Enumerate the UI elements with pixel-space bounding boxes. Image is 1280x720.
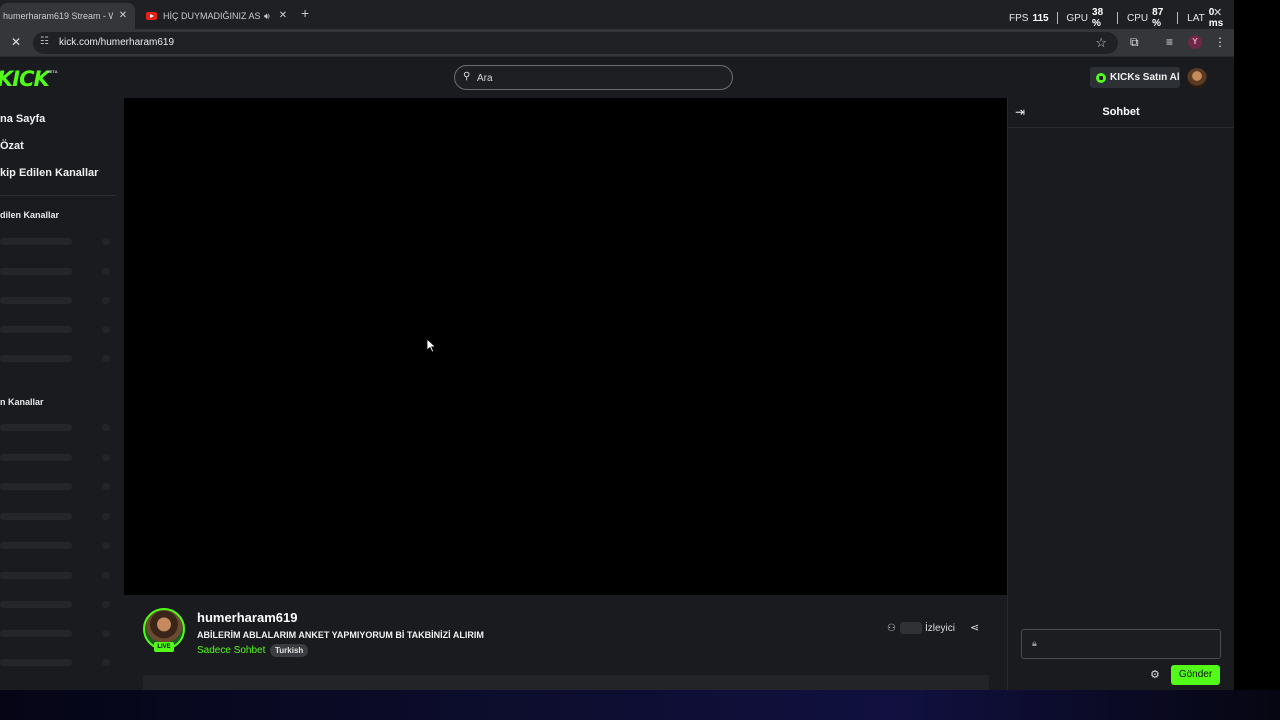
stream-title: ABİLERİM ABLALARIM ANKET YAPMIYORUM Bİ T… [197, 630, 484, 640]
language-tag[interactable]: Turkish [270, 644, 309, 657]
gpu-label: GPU [1066, 12, 1089, 24]
skeleton-item [0, 454, 72, 461]
address-bar[interactable]: ☷ kick.com/humerharam619 ☆ [33, 32, 1118, 54]
performance-overlay: FPS 115 GPU 38 % CPU 87 % LAT 0 ms [1009, 7, 1234, 29]
tab-title: humerharam619 Stream - Watc [3, 11, 113, 21]
kick-logo[interactable]: KICK [0, 67, 50, 91]
skeleton-item [102, 238, 110, 245]
skeleton-item [0, 542, 72, 549]
extensions-icon[interactable]: ⧉ [1130, 35, 1139, 50]
desktop-background [1234, 0, 1280, 720]
skeleton-item [102, 542, 110, 549]
send-button[interactable]: Gönder [1171, 665, 1220, 685]
divider [1117, 12, 1119, 24]
search-icon: ⚲ [463, 71, 471, 82]
skeleton-item [0, 513, 72, 520]
lock-icon: 🔒︎ [1032, 638, 1037, 648]
skeleton-item [0, 659, 72, 666]
viewers-icon: ⚇ [887, 622, 896, 634]
tab-kick-stream[interactable]: humerharam619 Stream - Watc ✕ [0, 3, 135, 29]
user-avatar[interactable] [1187, 68, 1207, 88]
fps-label: FPS [1009, 12, 1029, 24]
desktop-taskbar-strip [0, 690, 1280, 720]
viewers-label: İzleyici [924, 622, 955, 634]
skeleton-item [102, 326, 110, 333]
viewer-count-placeholder [899, 622, 922, 634]
sidebar-section-followed: dilen Kanallar [0, 210, 60, 220]
kicks-coin-icon [1096, 72, 1106, 83]
mouse-cursor-icon [427, 339, 436, 353]
skeleton-item [102, 297, 110, 304]
search-input[interactable] [477, 70, 717, 86]
skeleton-item [0, 326, 72, 333]
search-box[interactable]: ⚲ [454, 65, 733, 90]
cpu-value: 87 % [1152, 7, 1164, 29]
window-close-icon[interactable]: ✕ [1213, 6, 1222, 19]
skeleton-item [102, 268, 110, 275]
channel-name[interactable]: humerharam619 [197, 610, 297, 625]
buy-kicks-label: KICKs Satın Al [1110, 72, 1180, 83]
skeleton-item [102, 630, 110, 637]
site-header: KICK BETA ⚲ [0, 58, 1234, 98]
sidebar: na Sayfa Özat kip Edilen Kanallar dilen … [0, 98, 118, 698]
chat-header: ⇥ Sohbet [1008, 98, 1234, 128]
viewer-count: ⚇ İzleyici [887, 622, 955, 634]
sidebar-divider [0, 195, 116, 196]
skeleton-item [0, 483, 72, 490]
skeleton-item [102, 659, 110, 666]
skeleton-item [0, 572, 72, 579]
skeleton-item [0, 355, 72, 362]
chat-title: Sohbet [1102, 106, 1140, 118]
skeleton-item [102, 513, 110, 520]
buy-kicks-button[interactable]: KICKs Satın Al [1090, 67, 1180, 88]
skeleton-item [102, 424, 110, 431]
kebab-menu-icon[interactable]: ⋮ [1214, 35, 1226, 49]
site-info-icon[interactable]: ☷ [40, 36, 49, 47]
new-tab-icon[interactable]: + [301, 5, 309, 21]
browser-window: humerharam619 Stream - Watc ✕ HİÇ DUYMAD… [0, 0, 1234, 720]
sidebar-item-browse[interactable]: Özat [0, 140, 24, 152]
divider [1056, 12, 1058, 24]
skeleton-item [102, 483, 110, 490]
chat-input[interactable]: 🔒︎ [1021, 629, 1221, 659]
sidebar-section-recommended: n Kanallar [0, 397, 44, 407]
sidebar-item-home[interactable]: na Sayfa [0, 113, 45, 125]
sidebar-item-following[interactable]: kip Edilen Kanallar [0, 167, 98, 179]
skeleton-item [102, 601, 110, 608]
speaker-icon[interactable]: 🔊︎ [264, 11, 270, 22]
skeleton-item [102, 454, 110, 461]
share-icon[interactable]: ⋖ [970, 621, 979, 634]
skeleton-item [0, 297, 72, 304]
tab-youtube[interactable]: HİÇ DUYMADIĞINIZ ASHTA 🔊︎ ✕ [140, 3, 295, 29]
cpu-label: CPU [1127, 12, 1149, 24]
close-icon[interactable]: ✕ [117, 10, 129, 21]
url-text: kick.com/humerharam619 [59, 37, 175, 48]
skeleton-item [0, 424, 72, 431]
chat-panel: ⇥ Sohbet 🔒︎ [1007, 98, 1234, 698]
skeleton-item [102, 572, 110, 579]
bookmark-star-icon[interactable]: ☆ [1095, 35, 1107, 51]
lat-label: LAT [1187, 12, 1205, 24]
tab-title: HİÇ DUYMADIĞINIZ ASHTA [163, 11, 260, 21]
stop-loading-icon[interactable]: ✕ [11, 35, 21, 49]
fps-value: 115 [1032, 12, 1049, 24]
chat-settings-icon[interactable]: ⚙ [1150, 668, 1160, 681]
close-icon[interactable]: ✕ [277, 10, 289, 21]
media-controls-icon[interactable]: ≡ [1166, 35, 1173, 49]
stream-category-link[interactable]: Sadece Sohbet [197, 645, 265, 656]
skeleton-item [0, 268, 72, 275]
gpu-value: 38 % [1092, 7, 1104, 29]
video-player[interactable] [124, 98, 1007, 595]
divider [1177, 12, 1179, 24]
beta-badge: BETA [47, 69, 58, 74]
live-badge: LIVE [154, 642, 174, 652]
youtube-icon [146, 12, 157, 20]
navigation-bar: ✕ ☷ kick.com/humerharam619 ☆ ⧉ ≡ ⋮ [0, 29, 1234, 57]
profile-avatar[interactable]: Y [1188, 35, 1202, 49]
skeleton-item [102, 355, 110, 362]
skeleton-item [0, 601, 72, 608]
skeleton-item [0, 630, 72, 637]
skeleton-item [0, 238, 72, 245]
